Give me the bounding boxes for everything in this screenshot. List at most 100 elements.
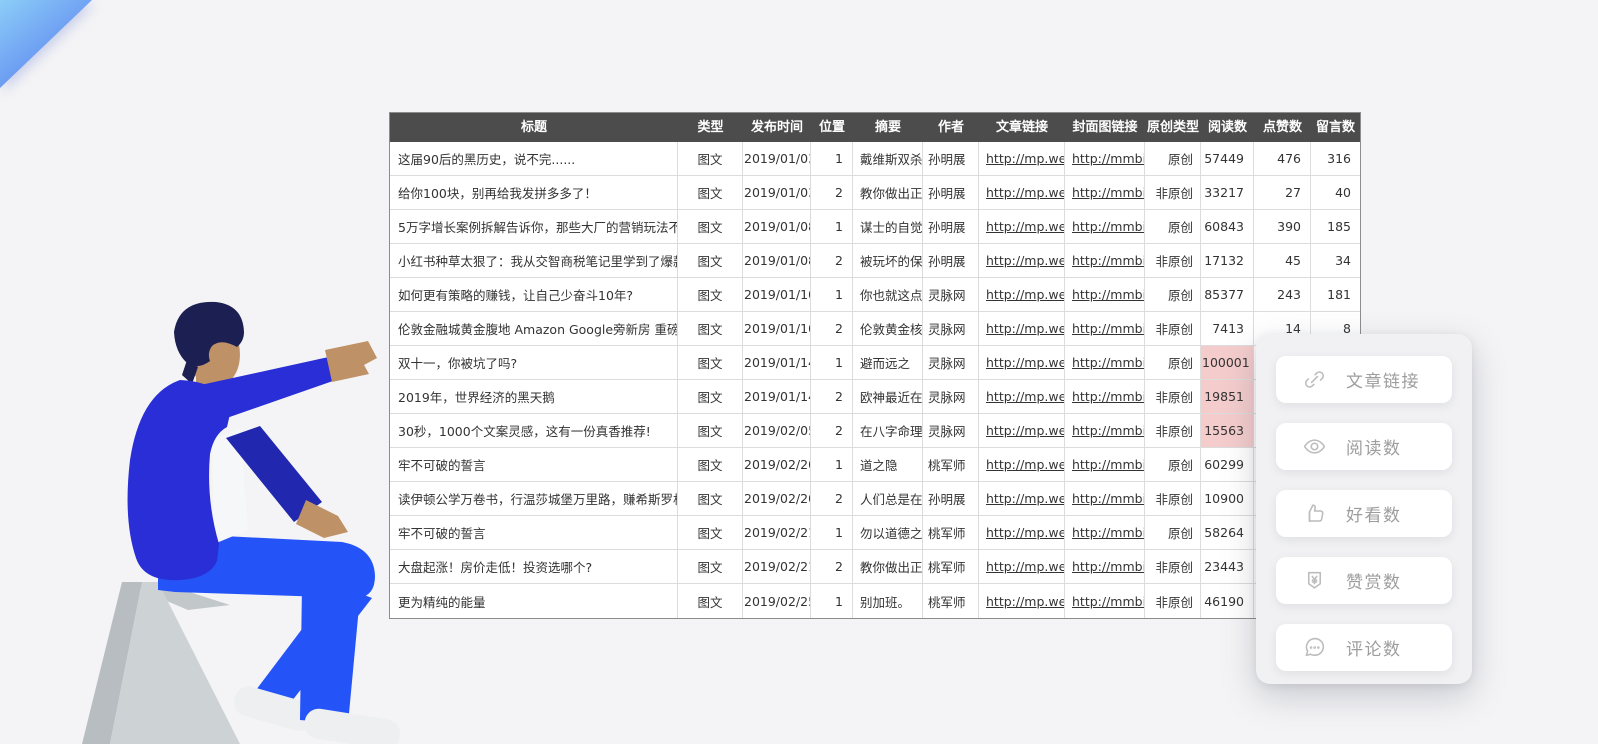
article-link[interactable]: http://mp.weix	[979, 278, 1065, 312]
cell-summary: 欧神最近在吐	[853, 380, 923, 414]
article-link[interactable]: http://mp.weix	[979, 414, 1065, 448]
cell-position: 1	[811, 278, 853, 312]
table-row: 伦敦金融城黄金腹地 Amazon Google旁新房 重磅发售 图文 2019/…	[390, 312, 1360, 346]
article-link[interactable]: http://mp.weix	[979, 584, 1065, 618]
cell-reads: 58264	[1201, 516, 1254, 550]
cover-image-link[interactable]: http://mmbiz.c	[1065, 380, 1145, 414]
cell-position: 2	[811, 482, 853, 516]
article-link[interactable]: http://mp.weix	[979, 550, 1065, 584]
cell-summary: 被玩坏的保险	[853, 244, 923, 278]
cover-image-link[interactable]: http://mmbiz.c	[1065, 584, 1145, 618]
cover-image-link[interactable]: http://mmbiz.c	[1065, 278, 1145, 312]
cell-publish-date: 2019/02/05	[743, 414, 811, 448]
article-link[interactable]: http://mp.weix	[979, 312, 1065, 346]
cell-publish-date: 2019/02/21	[743, 550, 811, 584]
cover-image-link[interactable]: http://mmbiz.c	[1065, 448, 1145, 482]
menu-item-article-link[interactable]: 文章链接	[1276, 356, 1452, 403]
column-header-position: 位置	[811, 113, 853, 142]
article-link[interactable]: http://mp.weix	[979, 142, 1065, 176]
link-icon	[1301, 367, 1327, 393]
cell-reads: 60843	[1201, 210, 1254, 244]
cell-original-type: 非原创	[1145, 244, 1201, 278]
cell-summary: 人们总是在迎	[853, 482, 923, 516]
cell-author: 桃军师	[923, 550, 979, 584]
cell-likes: 243	[1254, 278, 1311, 312]
column-header-date: 发布时间	[743, 113, 811, 142]
cell-summary: 道之隐	[853, 448, 923, 482]
column-header-author: 作者	[923, 113, 979, 142]
cover-image-link[interactable]: http://mmbiz.c	[1065, 550, 1145, 584]
article-link[interactable]: http://mp.weix	[979, 176, 1065, 210]
column-header-article-link: 文章链接	[979, 113, 1065, 142]
cell-title: 读伊顿公学万卷书，行温莎城堡万里路，赚希斯罗机场	[390, 482, 678, 516]
cell-likes: 476	[1254, 142, 1311, 176]
comment-icon	[1301, 635, 1327, 661]
table-row: 牢不可破的誓言 图文 2019/02/20 1 道之隐 桃军师 http://m…	[390, 448, 1360, 482]
table-body: 这届90后的黑历史，说不完...... 图文 2019/01/03 1 戴维斯双…	[390, 142, 1360, 618]
cell-title: 2019年，世界经济的黑天鹅	[390, 380, 678, 414]
cell-position: 1	[811, 584, 853, 618]
cell-publish-date: 2019/02/21	[743, 516, 811, 550]
article-link[interactable]: http://mp.weix	[979, 516, 1065, 550]
article-link[interactable]: http://mp.weix	[979, 244, 1065, 278]
menu-item-reads[interactable]: 阅读数	[1276, 423, 1452, 470]
cell-position: 2	[811, 380, 853, 414]
column-header-type: 类型	[678, 113, 743, 142]
cell-reads: 85377	[1201, 278, 1254, 312]
cell-position: 1	[811, 448, 853, 482]
column-options-card: 文章链接 阅读数 好看数	[1256, 334, 1472, 684]
article-link[interactable]: http://mp.weix	[979, 346, 1065, 380]
cell-type: 图文	[678, 482, 743, 516]
cell-summary: 伦敦黄金核心	[853, 312, 923, 346]
menu-item-comments[interactable]: 评论数	[1276, 624, 1452, 671]
corner-triangle-decoration	[0, 0, 120, 110]
table-row: 读伊顿公学万卷书，行温莎城堡万里路，赚希斯罗机场 图文 2019/02/20 2…	[390, 482, 1360, 516]
column-header-summary: 摘要	[853, 113, 923, 142]
article-link[interactable]: http://mp.weix	[979, 380, 1065, 414]
column-header-cover-link: 封面图链接	[1065, 113, 1145, 142]
cover-image-link[interactable]: http://mmbiz.c	[1065, 346, 1145, 380]
menu-item-label: 评论数	[1346, 635, 1402, 660]
cover-image-link[interactable]: http://mmbiz.c	[1065, 312, 1145, 346]
cell-reads: 100001	[1201, 346, 1254, 380]
table-row: 更为精纯的能量 图文 2019/02/25 1 别加班。 桃军师 http://…	[390, 584, 1360, 618]
cell-summary: 别加班。	[853, 584, 923, 618]
menu-item-looks-good[interactable]: 好看数	[1276, 490, 1452, 537]
cell-position: 1	[811, 346, 853, 380]
cell-original-type: 非原创	[1145, 380, 1201, 414]
cover-image-link[interactable]: http://mmbiz.c	[1065, 210, 1145, 244]
cover-image-link[interactable]: http://mmbiz.c	[1065, 414, 1145, 448]
cell-summary: 教你做出正确	[853, 176, 923, 210]
cover-image-link[interactable]: http://mmbiz.c	[1065, 176, 1145, 210]
table-row: 牢不可破的誓言 图文 2019/02/21 1 勿以道德之名 桃军师 http:…	[390, 516, 1360, 550]
cell-summary: 在八字命理学	[853, 414, 923, 448]
cell-type: 图文	[678, 142, 743, 176]
cell-original-type: 原创	[1145, 346, 1201, 380]
cell-original-type: 原创	[1145, 448, 1201, 482]
cell-original-type: 非原创	[1145, 176, 1201, 210]
cell-title: 给你100块，别再给我发拼多多了！	[390, 176, 678, 210]
column-header-title: 标题	[390, 113, 678, 142]
cover-image-link[interactable]: http://mmbiz.c	[1065, 142, 1145, 176]
cell-original-type: 非原创	[1145, 482, 1201, 516]
cover-image-link[interactable]: http://mmbiz.c	[1065, 516, 1145, 550]
cell-title: 这届90后的黑历史，说不完......	[390, 142, 678, 176]
article-link[interactable]: http://mp.weix	[979, 482, 1065, 516]
cover-image-link[interactable]: http://mmbiz.c	[1065, 482, 1145, 516]
cell-type: 图文	[678, 312, 743, 346]
cell-comments: 40	[1311, 176, 1360, 210]
cell-publish-date: 2019/01/10	[743, 312, 811, 346]
cell-type: 图文	[678, 414, 743, 448]
cell-position: 1	[811, 142, 853, 176]
cell-original-type: 原创	[1145, 210, 1201, 244]
menu-item-rewards[interactable]: 赞赏数	[1276, 557, 1452, 604]
cover-image-link[interactable]: http://mmbiz.c	[1065, 244, 1145, 278]
table-header-row: 标题 类型 发布时间 位置 摘要 作者 文章链接 封面图链接 原创类型 阅读数 …	[390, 113, 1360, 142]
table-row: 双十一，你被坑了吗? 图文 2019/01/14 1 避而远之 灵脉网 http…	[390, 346, 1360, 380]
article-link[interactable]: http://mp.weix	[979, 448, 1065, 482]
cell-author: 灵脉网	[923, 278, 979, 312]
article-link[interactable]: http://mp.weix	[979, 210, 1065, 244]
cell-reads: 23443	[1201, 550, 1254, 584]
cell-type: 图文	[678, 584, 743, 618]
table-row: 这届90后的黑历史，说不完...... 图文 2019/01/03 1 戴维斯双…	[390, 142, 1360, 176]
